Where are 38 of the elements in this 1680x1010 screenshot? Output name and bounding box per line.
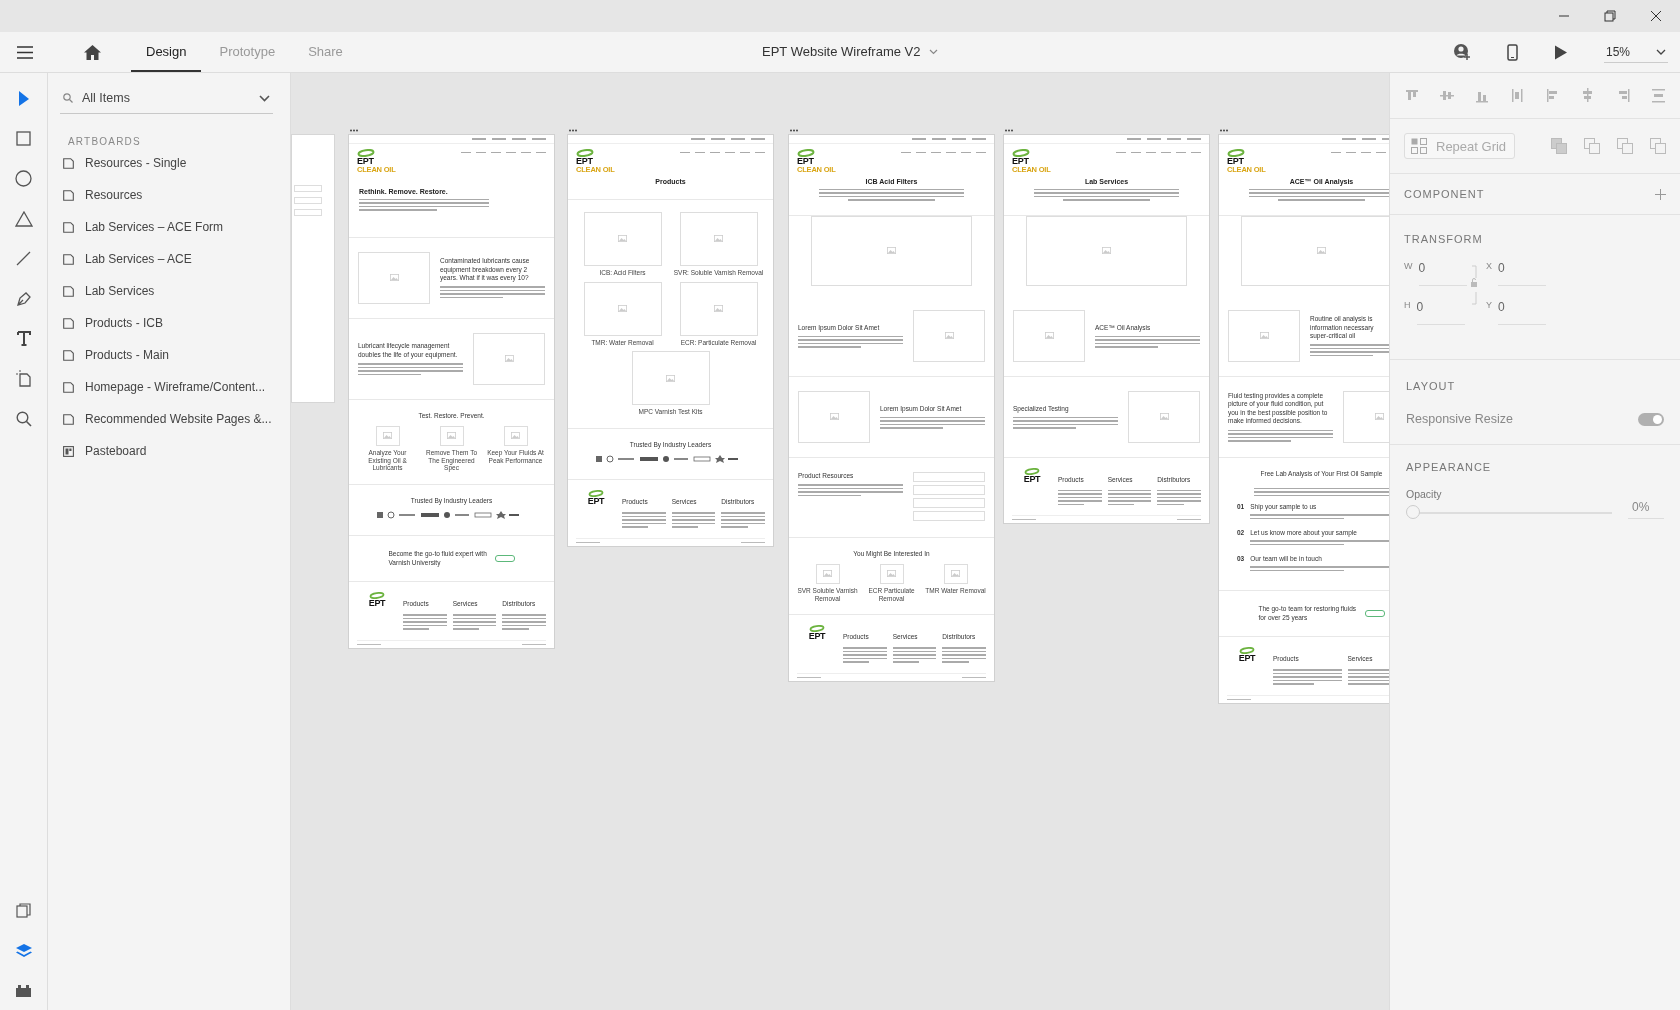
- logo-text: EPT: [808, 632, 826, 642]
- responsive-resize-label: Responsive Resize: [1406, 412, 1513, 426]
- field-label: X: [1486, 261, 1492, 271]
- logo-text: EPT: [1023, 474, 1041, 484]
- panel-heading: LAYOUT: [1406, 380, 1457, 392]
- artboard-layer[interactable]: Lab Services: [60, 275, 282, 307]
- panel-heading: TRANSFORM: [1404, 233, 1484, 245]
- opacity-label: Opacity: [1406, 488, 1443, 500]
- panel-heading: APPEARANCE: [1406, 461, 1493, 473]
- artboard-layer[interactable]: Recommended Website Pages &...: [60, 403, 282, 435]
- layer-filter-select[interactable]: All Items: [60, 87, 273, 114]
- field-label: W: [1404, 261, 1413, 271]
- artboard-layer[interactable]: Products - ICB: [60, 307, 282, 339]
- panel-heading: COMPONENT: [1404, 188, 1485, 200]
- logo-text: EPT: [797, 156, 814, 166]
- logo-text: EPT: [357, 156, 374, 166]
- artboard-layer[interactable]: Lab Services – ACE Form: [60, 211, 282, 243]
- logo-text: EPT: [1238, 654, 1256, 664]
- zoom-select[interactable]: 15%: [1603, 41, 1668, 63]
- artboard-layer[interactable]: Resources: [60, 179, 282, 211]
- number-field[interactable]: 0: [1498, 300, 1546, 325]
- artboard-layer[interactable]: Products - Main: [60, 339, 282, 371]
- document-title[interactable]: EPT Website Wireframe V2: [762, 44, 921, 59]
- number-field[interactable]: 0: [1418, 261, 1467, 286]
- logo-text: EPT: [1227, 156, 1244, 166]
- artboard-layer[interactable]: Homepage - Wireframe/Content...: [60, 371, 282, 403]
- artboard-layer[interactable]: Resources - Single: [60, 147, 282, 179]
- number-field[interactable]: 0: [1416, 300, 1465, 325]
- section-heading: ARTBOARDS: [68, 136, 142, 147]
- field-label: Y: [1486, 300, 1492, 310]
- logo-text: EPT: [1012, 156, 1029, 166]
- artboard-layer[interactable]: Pasteboard: [60, 435, 282, 467]
- logo-text: EPT: [368, 599, 386, 608]
- number-field[interactable]: 0: [1498, 261, 1546, 286]
- logo-text: EPT: [576, 156, 593, 166]
- field-label: H: [1404, 300, 1411, 310]
- artboard-layer[interactable]: Lab Services – ACE: [60, 243, 282, 275]
- logo-text: EPT: [587, 497, 605, 507]
